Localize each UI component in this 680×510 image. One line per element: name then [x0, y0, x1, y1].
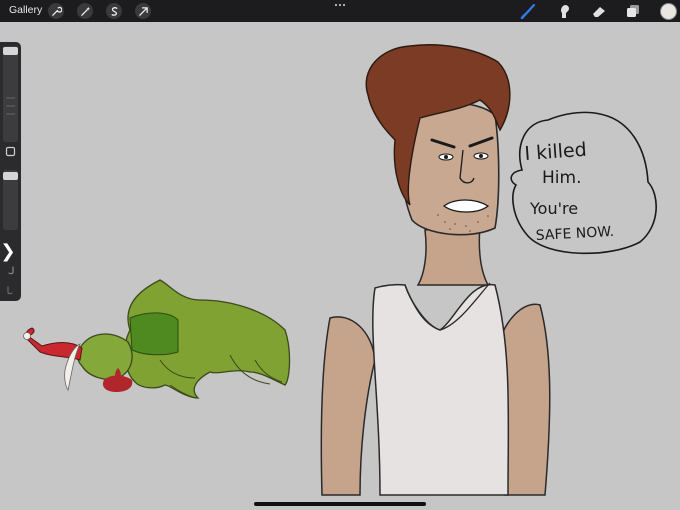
grinch-figure: [23, 279, 291, 399]
color-picker-swatch[interactable]: [660, 3, 677, 20]
more-options-icon[interactable]: [333, 0, 347, 10]
speech-line-4: SAFE NOW.: [535, 224, 614, 244]
drawing-canvas[interactable]: I killed Him. You're SAFE NOW.: [0, 22, 680, 510]
gallery-button[interactable]: Gallery: [9, 4, 42, 16]
layers-icon[interactable]: [624, 3, 642, 19]
transform-arrow-icon[interactable]: [135, 3, 151, 19]
eraser-icon[interactable]: [590, 3, 608, 19]
speech-line-3: You're: [529, 199, 578, 218]
speech-line-1: I killed: [524, 139, 588, 165]
wrench-icon[interactable]: [48, 3, 64, 19]
top-toolbar: Gallery: [0, 0, 680, 22]
man-figure: [320, 44, 551, 496]
magic-wand-icon[interactable]: [77, 3, 93, 19]
speech-line-2: Him.: [542, 168, 581, 188]
brush-icon[interactable]: [520, 3, 538, 19]
home-indicator[interactable]: [254, 502, 426, 506]
smudge-icon[interactable]: [556, 3, 574, 19]
selection-icon[interactable]: [106, 3, 122, 19]
speech-bubble-text: I killed Him. You're SAFE NOW.: [524, 139, 615, 244]
